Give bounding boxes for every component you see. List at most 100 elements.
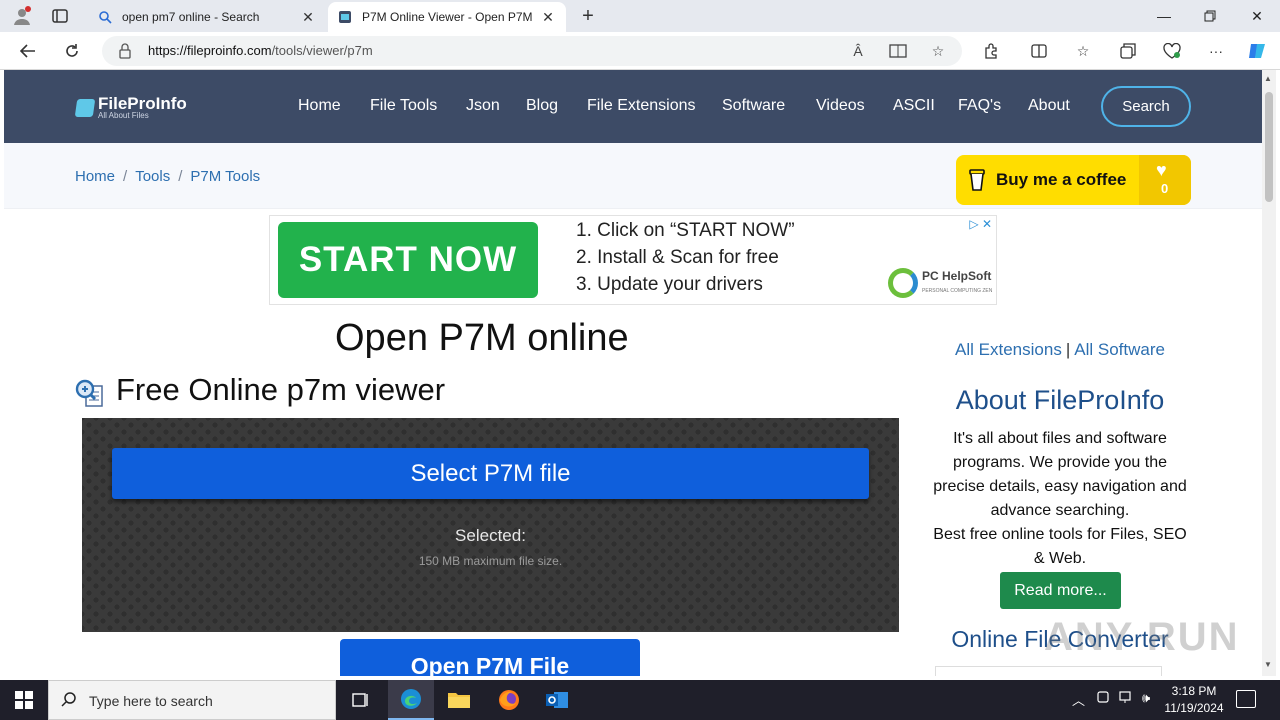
taskbar-search-box[interactable]: Type here to search — [48, 680, 336, 720]
screen: open pm7 online - Search ✕ P7M Online Vi… — [0, 0, 1280, 720]
anyrun-watermark: ANY RUN — [1044, 615, 1240, 659]
site-header: FileProInfo All About Files Home File To… — [4, 70, 1262, 143]
max-file-size-note: 150 MB maximum file size. — [418, 554, 563, 568]
nav-videos[interactable]: Videos — [816, 97, 865, 115]
immersive-reader-icon[interactable] — [888, 42, 908, 60]
read-aloud-icon[interactable]: Â — [848, 42, 868, 60]
tab-search[interactable]: open pm7 online - Search ✕ — [88, 2, 326, 32]
favorites-icon[interactable]: ☆ — [1072, 40, 1094, 62]
ad-brand-name: PC HelpSoft — [922, 268, 992, 283]
taskbar-clock[interactable]: 3:18 PM 11/19/2024 — [1158, 683, 1230, 717]
nav-blog[interactable]: Blog — [526, 97, 558, 115]
magnifier-document-icon — [74, 378, 106, 410]
more-menu-icon[interactable]: ··· — [1205, 40, 1227, 62]
notification-icon[interactable] — [1236, 690, 1256, 708]
about-text-2: Best free online tools for Files, SEO & … — [933, 526, 1187, 567]
page-scrollbar[interactable]: ▲ ▼ — [1262, 70, 1276, 676]
ad-start-now-button[interactable]: START NOW — [278, 222, 538, 298]
breadcrumb-tools[interactable]: Tools — [135, 168, 170, 185]
outlook-icon[interactable] — [534, 680, 580, 720]
nav-home[interactable]: Home — [298, 97, 341, 115]
page-viewport: FileProInfo All About Files Home File To… — [4, 70, 1262, 676]
copilot-icon[interactable] — [1246, 40, 1268, 62]
show-hidden-icons-icon[interactable]: ︿ — [1072, 690, 1085, 709]
breadcrumb-band: Home / Tools / P7M Tools Buy me a coffee ♥ 0 — [4, 143, 1262, 209]
nav-file-tools[interactable]: File Tools — [370, 97, 437, 115]
nav-faqs[interactable]: FAQ's — [958, 97, 1001, 115]
breadcrumb: Home / Tools / P7M Tools — [75, 168, 260, 185]
taskbar-search-placeholder: Type here to search — [89, 693, 213, 709]
clock-date: 11/19/2024 — [1164, 701, 1224, 715]
all-software-link[interactable]: All Software — [1074, 340, 1165, 359]
file-explorer-icon[interactable] — [436, 680, 482, 720]
restore-icon[interactable] — [1187, 0, 1233, 32]
ad-brand-sub: PERSONAL COMPUTING ZEN — [922, 287, 993, 294]
sidebar-links: All Extensions | All Software — [934, 340, 1186, 360]
split-screen-icon[interactable] — [1028, 40, 1050, 62]
heart-icon: ♥ — [1156, 160, 1167, 180]
meet-now-icon[interactable] — [1096, 690, 1110, 707]
breadcrumb-p7m-tools[interactable]: P7M Tools — [190, 168, 260, 185]
scroll-up-icon[interactable]: ▲ — [1264, 74, 1272, 83]
logo-icon — [74, 99, 96, 117]
scroll-down-icon[interactable]: ▼ — [1264, 660, 1272, 669]
link-separator: | — [1065, 340, 1071, 359]
firefox-icon[interactable] — [486, 680, 532, 720]
ad-choices-icon[interactable]: ▷ ✕ — [969, 217, 992, 231]
breadcrumb-home[interactable]: Home — [75, 168, 115, 185]
close-icon[interactable]: ✕ — [300, 9, 316, 26]
network-icon[interactable] — [1119, 690, 1135, 707]
favorite-star-icon[interactable]: ☆ — [928, 42, 948, 60]
read-more-button[interactable]: Read more... — [1000, 572, 1121, 609]
nav-ascii[interactable]: ASCII — [893, 97, 935, 115]
new-tab-icon[interactable]: + — [574, 4, 602, 28]
nav-about[interactable]: About — [1028, 97, 1070, 115]
url-text: https://fileproinfo.com/tools/viewer/p7m — [148, 43, 373, 58]
tab-title: open pm7 online - Search — [122, 10, 260, 24]
all-extensions-link[interactable]: All Extensions — [955, 340, 1062, 359]
ad-brand-logo: PC HelpSoft PERSONAL COMPUTING ZEN — [888, 268, 992, 298]
nav-software[interactable]: Software — [722, 97, 785, 115]
fileproinfo-favicon-icon — [338, 10, 352, 24]
clock-time: 3:18 PM — [1171, 684, 1217, 698]
select-file-button[interactable]: Select P7M file — [112, 448, 869, 499]
selected-file-label: Selected: — [455, 526, 526, 545]
buy-me-a-coffee-button[interactable]: Buy me a coffee ♥ 0 — [956, 155, 1191, 205]
address-bar[interactable]: https://fileproinfo.com/tools/viewer/p7m… — [102, 36, 962, 66]
search-icon — [98, 10, 112, 24]
section-title: Free Online p7m viewer — [116, 372, 446, 407]
site-logo[interactable]: FileProInfo All About Files — [74, 94, 187, 120]
browser-tab-strip: open pm7 online - Search ✕ P7M Online Vi… — [0, 0, 1280, 32]
nav-json[interactable]: Json — [466, 97, 500, 115]
window-close-icon[interactable]: ✕ — [1234, 0, 1280, 32]
about-heading: About FileProInfo — [955, 385, 1165, 415]
close-icon[interactable]: ✕ — [540, 9, 556, 26]
tab-p7m-viewer[interactable]: P7M Online Viewer - Open P7M Fi ✕ — [328, 2, 566, 32]
lock-icon[interactable] — [118, 43, 132, 59]
tab-actions-icon[interactable] — [46, 4, 74, 28]
search-button[interactable]: Search — [1101, 86, 1191, 127]
tab-title: P7M Online Viewer - Open P7M Fi — [362, 10, 534, 24]
refresh-icon[interactable] — [58, 38, 86, 64]
open-file-button[interactable]: Open P7M File — [340, 639, 640, 676]
extensions-icon[interactable] — [980, 40, 1002, 62]
ad-step-3: 3. Update your drivers — [576, 274, 763, 295]
coffee-cup-icon — [968, 168, 986, 192]
breadcrumb-separator: / — [123, 168, 128, 185]
profile-icon[interactable] — [8, 4, 36, 28]
advertisement-banner[interactable]: START NOW 1. Click on “START NOW” 2. Ins… — [269, 215, 997, 305]
back-icon[interactable] — [14, 38, 42, 64]
logo-name: FileProInfo — [98, 94, 187, 113]
task-view-icon[interactable] — [338, 680, 384, 720]
coffee-count: 0 — [1161, 181, 1169, 196]
about-text: It's all about files and software progra… — [926, 427, 1194, 571]
collections-icon[interactable] — [1117, 40, 1139, 62]
ad-step-2: 2. Install & Scan for free — [576, 247, 779, 268]
volume-icon[interactable]: 🕪 — [1142, 690, 1150, 706]
edge-taskbar-icon[interactable] — [388, 680, 434, 720]
windows-start-icon[interactable] — [0, 680, 48, 720]
nav-file-extensions[interactable]: File Extensions — [587, 97, 696, 115]
scrollbar-thumb[interactable] — [1265, 92, 1273, 202]
minimize-icon[interactable]: — — [1141, 0, 1187, 32]
browser-essentials-icon[interactable] — [1161, 40, 1183, 62]
